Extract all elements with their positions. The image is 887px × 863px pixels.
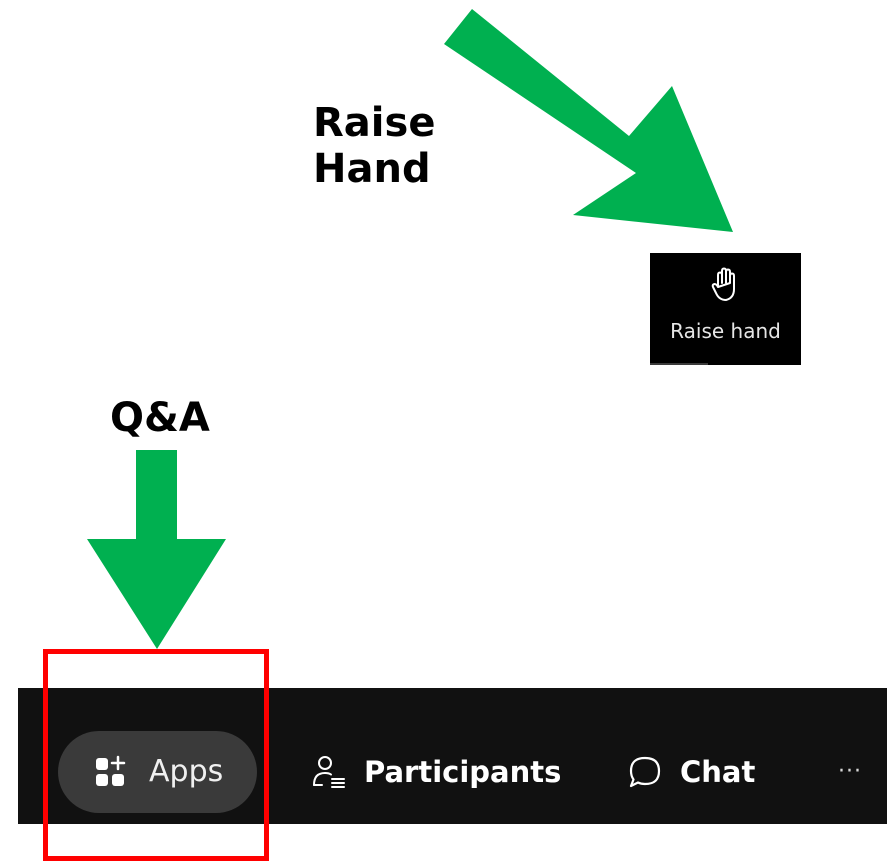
participants-icon <box>313 756 345 788</box>
more-horizontal-icon: ··· <box>838 759 862 784</box>
qa-annotation-label: Q&A <box>110 395 210 441</box>
chat-label: Chat <box>680 755 756 789</box>
apps-button[interactable]: Apps <box>58 731 257 813</box>
raise-hand-button[interactable]: Raise hand <box>650 253 801 365</box>
qa-arrow <box>87 450 226 649</box>
apps-grid-plus-icon <box>96 755 126 786</box>
raise-hand-arrow <box>444 9 733 232</box>
participants-label: Participants <box>364 755 562 789</box>
chat-bubble-icon <box>629 756 661 788</box>
annotated-screenshot: Raise Hand Q&A Raise hand Apps Participa… <box>0 0 887 863</box>
meeting-toolbar: Apps Participants Chat ··· <box>18 688 887 824</box>
raise-hand-annotation-label: Raise Hand <box>313 100 436 192</box>
participants-button[interactable]: Participants <box>308 731 561 813</box>
more-options-button[interactable]: ··· <box>830 731 870 813</box>
tile-underline <box>650 363 708 365</box>
apps-label: Apps <box>149 754 224 789</box>
raised-hand-icon <box>711 267 735 301</box>
raise-hand-label: Raise hand <box>670 319 781 343</box>
chat-button[interactable]: Chat <box>628 731 755 813</box>
